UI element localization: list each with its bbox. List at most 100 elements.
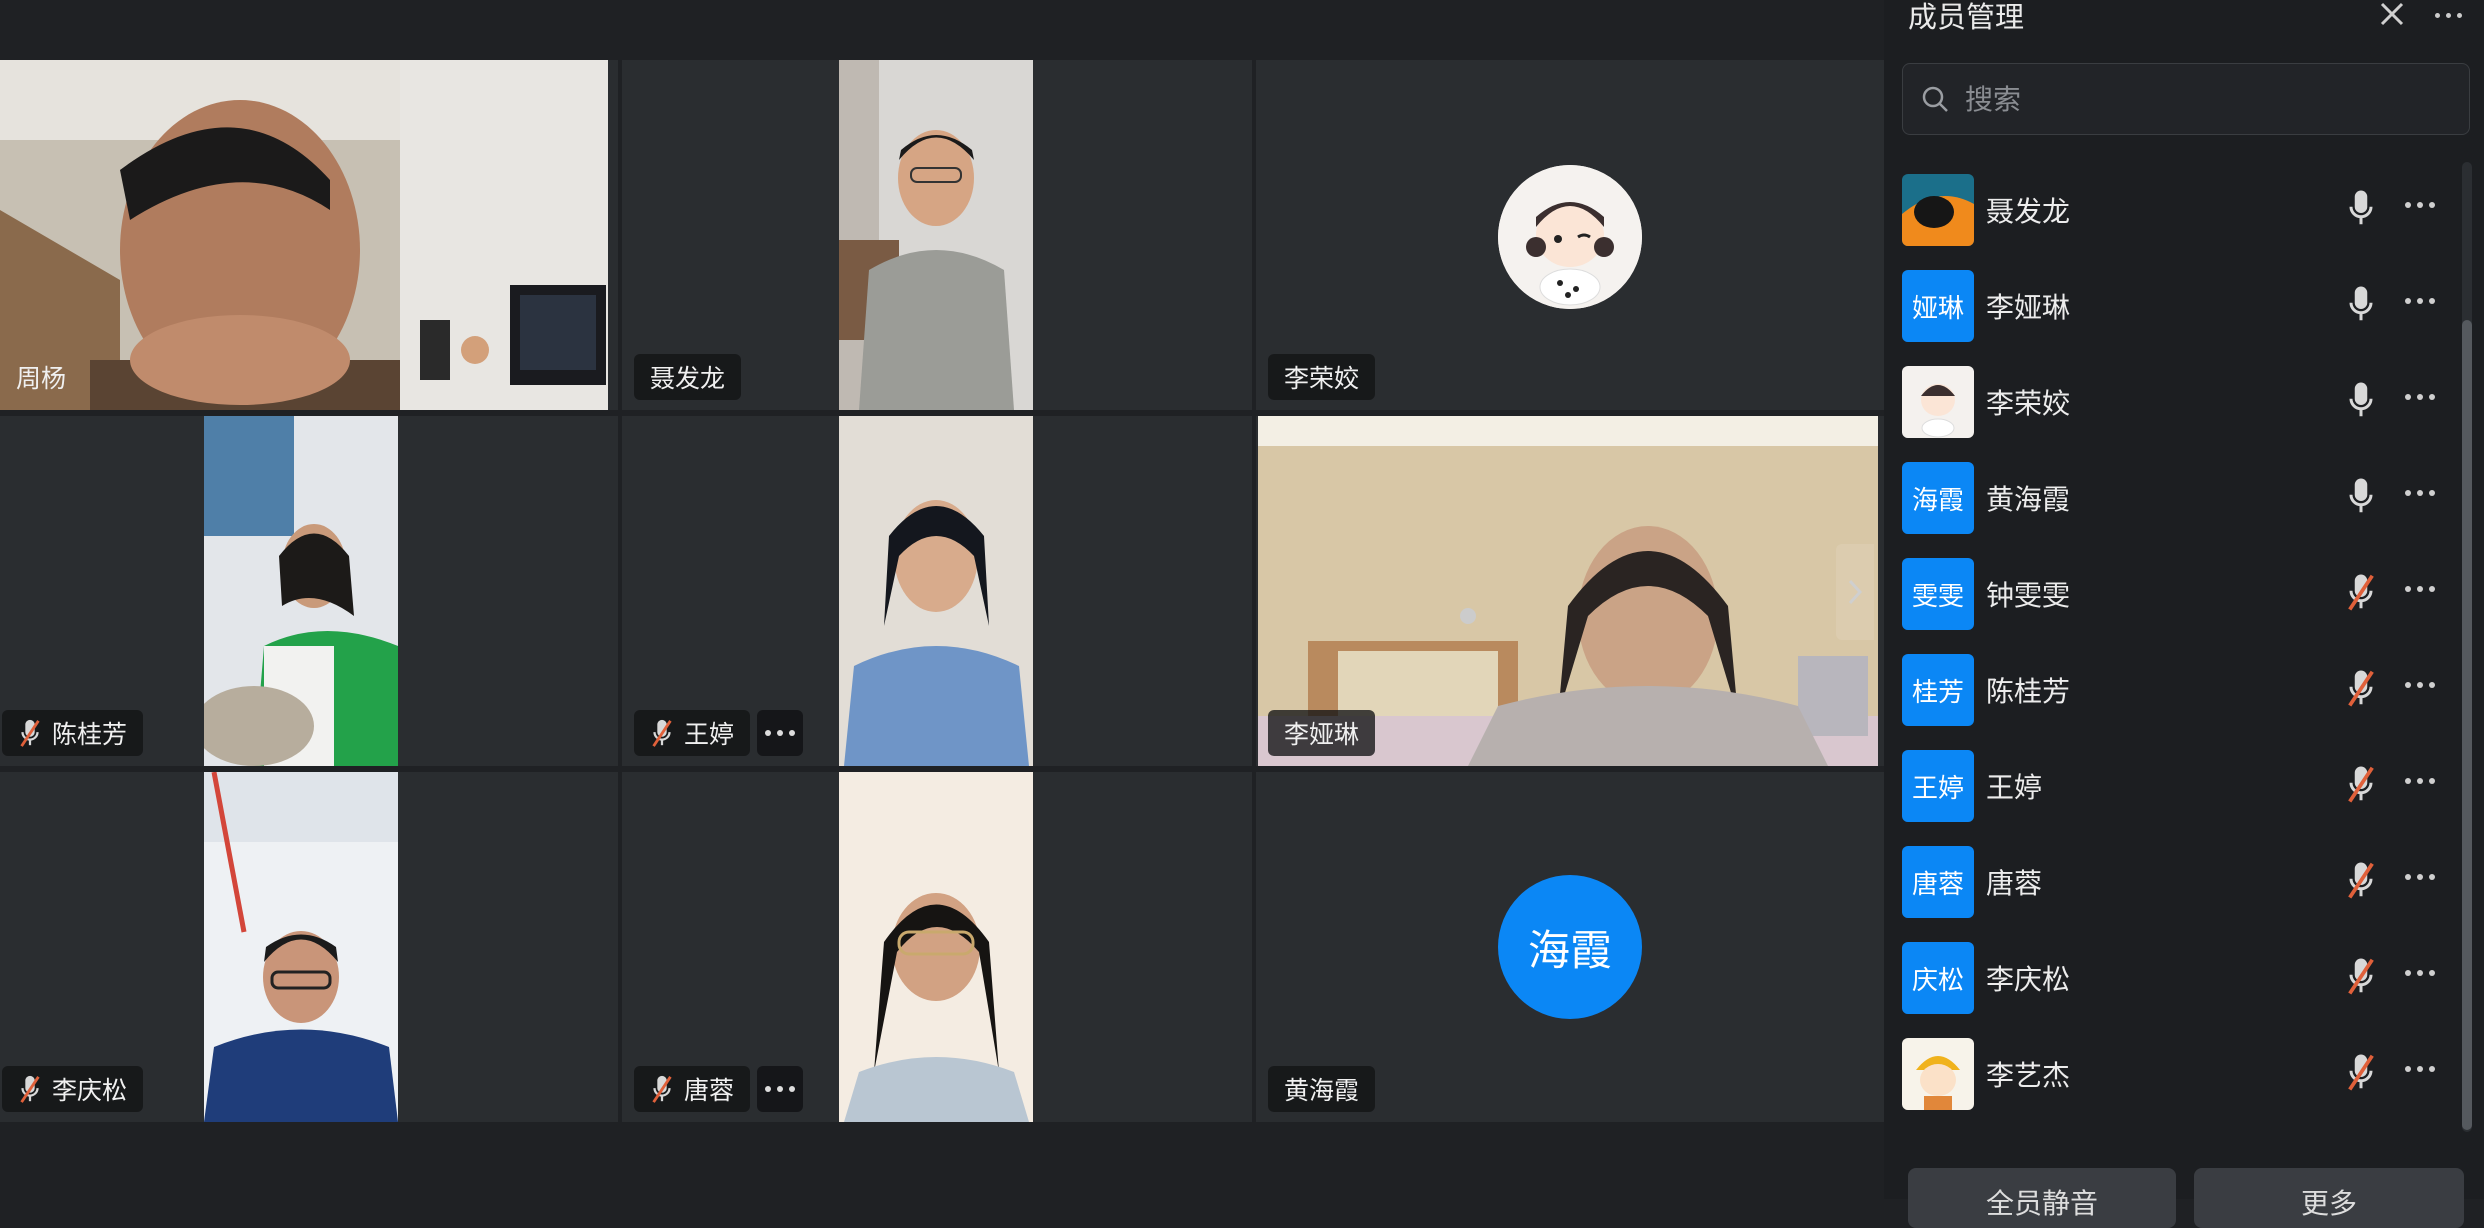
video-tile-liyalin[interactable]: 李娅琳	[1256, 416, 1884, 766]
participant-video	[0, 60, 608, 410]
mic-muted-icon[interactable]	[2346, 668, 2376, 712]
member-avatar: 唐蓉	[1902, 846, 1974, 918]
member-name: 李荣姣	[1986, 387, 2071, 420]
member-more-button[interactable]	[2402, 1066, 2438, 1072]
participant-video	[204, 772, 398, 1122]
video-tile-liqingsong[interactable]: 李庆松	[0, 772, 618, 1122]
participant-name: 李庆松	[52, 1076, 128, 1105]
avatar-image-icon	[1902, 1038, 1974, 1110]
member-row[interactable]: 海霞 黄海霞	[1884, 450, 2464, 546]
participant-name: 黄海霞	[1284, 1076, 1360, 1105]
member-name: 陈桂芳	[1986, 675, 2071, 708]
member-avatar	[1902, 174, 1974, 246]
member-row[interactable]: 李荣姣	[1884, 354, 2464, 450]
video-grid: 周杨 聂发龙 李荣姣 陈桂芳 王婷 李娅琳 李庆松 唐蓉 海霞 黄海霞	[0, 60, 1884, 1128]
search-icon	[1922, 86, 1948, 112]
cartoon-girl-avatar-icon	[1498, 165, 1642, 309]
member-row[interactable]: 庆松 李庆松	[1884, 930, 2464, 1026]
participant-name-tag: 李娅琳	[1268, 710, 1376, 756]
video-tile-wangting[interactable]: 王婷	[622, 416, 1252, 766]
mic-on-icon[interactable]	[2346, 188, 2376, 232]
member-more-button[interactable]	[2402, 394, 2438, 400]
member-more-button[interactable]	[2402, 490, 2438, 496]
member-name: 唐蓉	[1986, 867, 2043, 900]
member-avatar: 娅琳	[1902, 270, 1974, 342]
search-input[interactable]	[1963, 81, 2447, 117]
member-search	[1902, 63, 2470, 135]
video-tile-huanghaixia[interactable]: 海霞 黄海霞	[1256, 772, 1884, 1122]
member-name: 李艺杰	[1986, 1059, 2071, 1092]
participant-name-tag: 王婷	[634, 710, 751, 756]
member-row[interactable]: 聂发龙	[1884, 162, 2464, 258]
mic-muted-icon	[18, 1074, 42, 1104]
video-tile-zhouyang[interactable]: 周杨	[0, 60, 618, 410]
member-more-button[interactable]	[2402, 970, 2438, 976]
top-bar	[0, 0, 1884, 60]
participant-name: 李荣姣	[1284, 364, 1360, 393]
member-row[interactable]: 桂芳 陈桂芳	[1884, 642, 2464, 738]
next-page-button[interactable]	[1836, 544, 1874, 640]
member-avatar	[1902, 1038, 1974, 1110]
video-tile-tangrong[interactable]: 唐蓉	[622, 772, 1252, 1122]
mic-muted-icon[interactable]	[2346, 860, 2376, 904]
member-avatar: 海霞	[1902, 462, 1974, 534]
member-name: 黄海霞	[1986, 483, 2071, 516]
member-avatar: 庆松	[1902, 942, 1974, 1014]
participant-video	[839, 416, 1033, 766]
more-options-button[interactable]	[757, 1066, 803, 1112]
member-avatar: 桂芳	[1902, 654, 1974, 726]
participant-name-tag: 李荣姣	[1268, 354, 1376, 400]
member-avatar	[1902, 366, 1974, 438]
member-row[interactable]: 王婷 王婷	[1884, 738, 2464, 834]
participant-name: 李娅琳	[1284, 720, 1360, 749]
member-more-button[interactable]	[2402, 682, 2438, 688]
member-name: 钟雯雯	[1986, 579, 2071, 612]
member-more-button[interactable]	[2402, 586, 2438, 592]
scrollbar-thumb[interactable]	[2462, 320, 2472, 1130]
video-tile-niefalong[interactable]: 聂发龙	[622, 60, 1252, 410]
video-tile-lirongjiao[interactable]: 李荣姣	[1256, 60, 1884, 410]
participant-avatar: 海霞	[1498, 875, 1642, 1019]
mic-muted-icon	[650, 718, 674, 748]
participant-name: 周杨	[16, 364, 67, 393]
close-panel-button[interactable]	[2372, 0, 2412, 38]
member-more-button[interactable]	[2402, 874, 2438, 880]
mic-muted-icon[interactable]	[2346, 1052, 2376, 1096]
mute-all-button[interactable]: 全员静音	[1908, 1168, 2176, 1228]
member-row[interactable]: 娅琳 李娅琳	[1884, 258, 2464, 354]
close-icon	[2380, 2, 2404, 26]
member-name: 王婷	[1986, 771, 2043, 804]
member-more-button[interactable]	[2402, 778, 2438, 784]
member-row[interactable]: 唐蓉 唐蓉	[1884, 834, 2464, 930]
mic-on-icon[interactable]	[2346, 476, 2376, 520]
mic-on-icon[interactable]	[2346, 380, 2376, 424]
mic-on-icon[interactable]	[2346, 284, 2376, 328]
member-list: 聂发龙 娅琳 李娅琳 李荣姣 海霞 黄海霞 雯雯 钟雯雯 桂芳 陈桂芳 王婷 王婷 唐蓉 唐蓉 庆松 李庆松李…	[1884, 162, 2464, 1122]
mic-muted-icon	[18, 718, 42, 748]
participant-name: 聂发龙	[650, 364, 726, 393]
participant-name-tag: 黄海霞	[1268, 1066, 1376, 1112]
chevron-right-icon	[1848, 579, 1863, 605]
participant-name-tag: 周杨	[0, 354, 82, 400]
participant-avatar	[1498, 165, 1642, 309]
panel-title: 成员管理	[1908, 0, 2025, 34]
member-row[interactable]: 雯雯 钟雯雯	[1884, 546, 2464, 642]
member-more-button[interactable]	[2402, 202, 2438, 208]
avatar-image-icon	[1902, 366, 1974, 438]
video-tile-chenguifang[interactable]: 陈桂芳	[0, 416, 618, 766]
participant-video	[204, 416, 398, 766]
mic-muted-icon[interactable]	[2346, 956, 2376, 1000]
member-name: 李庆松	[1986, 963, 2071, 996]
participant-name-tag: 聂发龙	[634, 354, 742, 400]
member-name: 聂发龙	[1986, 195, 2071, 228]
member-row[interactable]: 李艺杰	[1884, 1026, 2464, 1122]
more-options-button[interactable]	[757, 710, 803, 756]
avatar-image-icon	[1902, 174, 1974, 246]
participant-video	[839, 772, 1033, 1122]
member-avatar: 王婷	[1902, 750, 1974, 822]
mic-muted-icon[interactable]	[2346, 572, 2376, 616]
member-more-button[interactable]	[2402, 298, 2438, 304]
mic-muted-icon[interactable]	[2346, 764, 2376, 808]
panel-more-button[interactable]	[2432, 0, 2472, 30]
more-button[interactable]: 更多	[2194, 1168, 2464, 1228]
